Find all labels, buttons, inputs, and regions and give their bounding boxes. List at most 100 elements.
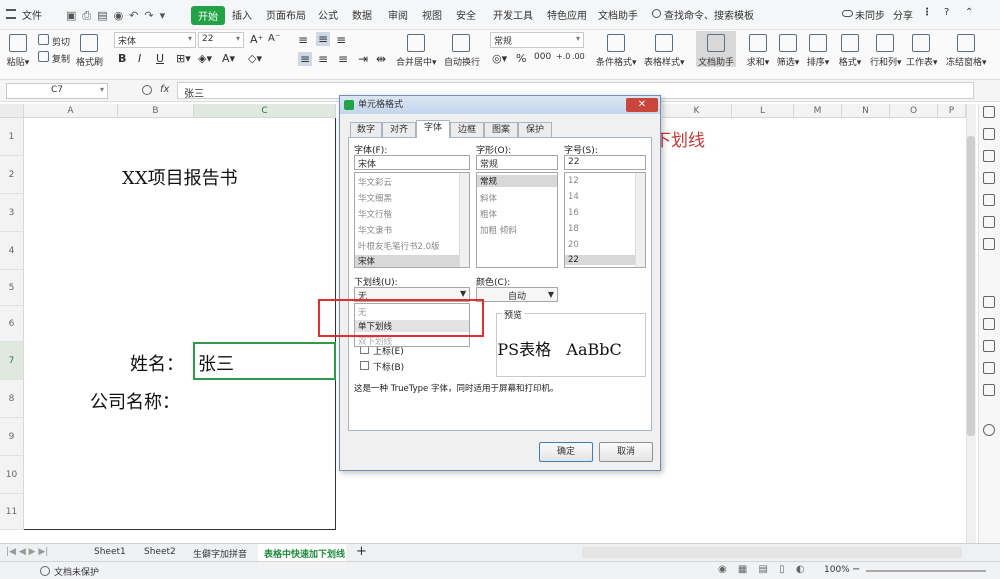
sheet-tab-active[interactable]: 表格中快速加下划线	[264, 547, 345, 560]
tab-pattern[interactable]: 图案	[484, 122, 518, 137]
view-mode-icons[interactable]: ◉ ▦ ▤ ▯ ◐	[718, 564, 809, 575]
align-middle-button[interactable]: ≡	[316, 32, 331, 46]
style-list-item[interactable]: 加粗 倾斜	[480, 224, 517, 236]
tab-border[interactable]: 边框	[450, 122, 484, 137]
command-search[interactable]: 查找命令、搜索模板	[664, 7, 754, 22]
decrease-decimal-button[interactable]: .00	[572, 52, 585, 61]
font-size-select[interactable]: 22	[198, 32, 244, 48]
select-all-corner[interactable]	[0, 104, 24, 118]
side-doc-icon[interactable]	[983, 296, 995, 308]
column-header-a[interactable]: A	[24, 104, 118, 118]
menu-icon[interactable]	[6, 9, 16, 19]
doc-helper-button[interactable]: 文档助手	[696, 31, 736, 68]
tab-insert[interactable]: 插入	[232, 7, 252, 22]
column-header-m[interactable]: M	[794, 104, 842, 118]
tab-nav-first[interactable]: |◀ ◀ ▶ ▶|	[6, 547, 48, 557]
row-header[interactable]: 2	[0, 156, 24, 194]
row-header[interactable]: 5	[0, 270, 24, 306]
side-grid-icon[interactable]	[983, 194, 995, 206]
cancel-button[interactable]: 取消	[599, 442, 653, 462]
font-list[interactable]: 华文彩云 华文细黑 华文行楷 华文隶书 叶根友毛笔行书2.0版 宋体	[354, 172, 470, 268]
tab-page-layout[interactable]: 页面布局	[266, 7, 306, 22]
row-header[interactable]: 8	[0, 380, 24, 418]
name-value[interactable]: 张三	[198, 350, 234, 376]
font-name-select[interactable]: 宋体	[114, 32, 196, 48]
size-list-item[interactable]: 20	[568, 240, 579, 250]
distribute-button[interactable]: ⇹	[376, 52, 386, 66]
close-icon[interactable]: ✕	[626, 98, 658, 112]
tab-features[interactable]: 特色应用	[547, 7, 587, 22]
tab-home[interactable]: 开始	[191, 6, 225, 25]
side-share-icon[interactable]	[983, 384, 995, 396]
wrap-text-button[interactable]: 自动换行	[444, 34, 480, 68]
size-list-item[interactable]: 12	[568, 176, 579, 186]
fx-label[interactable]: fx	[160, 84, 169, 95]
currency-button[interactable]: ◎▾	[492, 52, 507, 65]
align-center-button[interactable]: ≡	[318, 52, 328, 66]
align-top-button[interactable]: ≡	[298, 33, 308, 47]
font-color-button[interactable]: A▾	[222, 52, 235, 65]
font-list-item-selected[interactable]: 宋体	[355, 255, 459, 267]
format-painter-button[interactable]: 格式刷	[76, 34, 103, 68]
file-menu[interactable]: 文件	[22, 7, 42, 22]
tab-font[interactable]: 字体	[416, 120, 450, 138]
side-cursor-icon[interactable]	[983, 106, 995, 118]
table-style-button[interactable]: 表格样式▾	[644, 34, 685, 68]
size-list[interactable]: 12 14 16 18 20 22	[564, 172, 646, 268]
percent-button[interactable]: %	[516, 52, 526, 65]
tab-protection[interactable]: 保护	[518, 122, 552, 137]
column-header-b[interactable]: B	[118, 104, 194, 118]
tab-doc-helper[interactable]: 文档助手	[598, 7, 638, 22]
side-tools-icon[interactable]	[983, 238, 995, 250]
font-input[interactable]: 宋体	[354, 155, 470, 170]
row-header[interactable]: 6	[0, 306, 24, 342]
underline-dropdown-arrow[interactable]: ▼	[460, 289, 466, 298]
sheet-tab-1[interactable]: Sheet1	[94, 547, 126, 557]
increase-decimal-button[interactable]: +.0	[556, 52, 570, 61]
size-input[interactable]: 22	[564, 155, 646, 170]
sum-button[interactable]: 求和▾	[746, 34, 770, 68]
size-list-scrollbar[interactable]	[635, 173, 645, 267]
side-clock-icon[interactable]	[983, 424, 995, 436]
copy-button[interactable]: 复制	[52, 52, 70, 65]
tab-developer[interactable]: 开发工具	[493, 7, 533, 22]
worksheet-button[interactable]: 工作表▾	[906, 34, 938, 68]
style-list-item-selected[interactable]: 常规	[477, 175, 557, 187]
italic-button[interactable]: I	[138, 52, 141, 65]
tab-review[interactable]: 审阅	[388, 7, 408, 22]
side-shape-icon[interactable]	[983, 150, 995, 162]
merge-center-button[interactable]: 合并居中▾	[396, 34, 437, 68]
more-icon[interactable]: ⋮	[922, 7, 932, 18]
freeze-panes-button[interactable]: 冻结窗格▾	[946, 34, 987, 68]
font-list-item[interactable]: 华文隶书	[358, 224, 392, 236]
side-style-icon[interactable]	[983, 128, 995, 140]
grow-font-button[interactable]: A⁺	[250, 33, 263, 46]
tab-alignment[interactable]: 对齐	[382, 122, 416, 137]
size-list-item[interactable]: 14	[568, 192, 579, 202]
style-list-item[interactable]: 粗体	[480, 208, 497, 220]
scroll-thumb[interactable]	[967, 136, 975, 436]
side-link-icon[interactable]	[983, 318, 995, 330]
tab-view[interactable]: 视图	[422, 7, 442, 22]
font-list-item[interactable]: 华文细黑	[358, 192, 392, 204]
row-header[interactable]: 7	[0, 342, 24, 380]
sheet-tab-2[interactable]: Sheet2	[144, 547, 176, 557]
zoom-out-button[interactable]: −	[852, 564, 860, 575]
column-header-o[interactable]: O	[890, 104, 938, 118]
subscript-checkbox[interactable]	[360, 361, 369, 370]
name-box[interactable]: C7	[6, 83, 108, 99]
row-col-button[interactable]: 行和列▾	[870, 34, 902, 68]
format-button[interactable]: 格式▾	[838, 34, 862, 68]
indent-button[interactable]: ⇥	[358, 52, 368, 66]
thousands-button[interactable]: 000	[534, 52, 551, 62]
size-list-item[interactable]: 16	[568, 208, 579, 218]
row-header[interactable]: 1	[0, 118, 24, 156]
style-list-item[interactable]: 斜体	[480, 192, 497, 204]
sort-button[interactable]: 排序▾	[806, 34, 830, 68]
add-sheet-button[interactable]: +	[356, 544, 367, 559]
style-list[interactable]: 常规 斜体 粗体 加粗 倾斜	[476, 172, 558, 268]
column-header-c[interactable]: C	[194, 104, 336, 118]
bold-button[interactable]: B	[118, 52, 126, 65]
font-list-item[interactable]: 华文彩云	[358, 176, 392, 188]
size-list-item[interactable]: 18	[568, 224, 579, 234]
